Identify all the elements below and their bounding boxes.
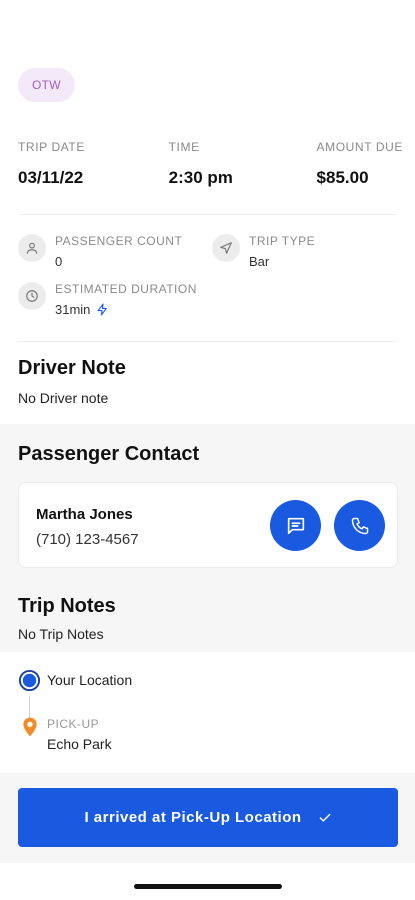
route-origin: Your Location [18,669,132,692]
arrived-button[interactable]: I arrived at Pick-Up Location [18,788,398,847]
call-button[interactable] [334,500,385,551]
passenger-contact-card: Martha Jones (710) 123-4567 [18,482,398,568]
amount-due-value: $85.00 [316,168,369,187]
pickup-value: Echo Park [47,736,112,752]
message-icon [285,515,307,537]
trip-type-label: TRIP TYPE [249,234,316,248]
trip-time-label: TIME [168,140,200,154]
estimated-duration-label: ESTIMATED DURATION [55,282,197,296]
phone-icon [350,516,370,536]
clock-icon [18,282,46,310]
trip-time: TIME 2:30 pm [169,140,233,188]
route-pickup: PICK-UP Echo Park [22,717,112,752]
passenger-count-value: 0 [55,254,63,269]
home-indicator[interactable] [134,884,282,889]
trip-type-value: Bar [249,254,270,269]
check-icon [318,811,332,825]
driver-note-text: No Driver note [18,390,109,406]
trip-notes-title: Trip Notes [18,595,116,617]
passenger-contact-title: Passenger Contact [18,443,200,465]
trip-time-value: 2:30 pm [168,168,233,187]
passenger-phone[interactable]: (710) 123-4567 [36,531,139,548]
status-badge: OTW [18,68,75,102]
divider [18,341,397,342]
trip-date-label: TRIP DATE [18,140,85,154]
user-icon [18,234,46,262]
driver-note-title: Driver Note [18,357,126,379]
arrived-button-label: I arrived at Pick-Up Location [84,809,302,826]
trip-date: TRIP DATE 03/11/22 [18,140,85,188]
amount-due: AMOUNT DUE $85.00 [317,140,403,188]
passenger-count-label: PASSENGER COUNT [55,234,183,248]
current-location-icon [18,669,41,692]
pickup-label: PICK-UP [47,717,100,731]
map-pin-icon [22,717,38,737]
divider [18,214,397,215]
your-location-label: Your Location [47,672,133,688]
message-button[interactable] [270,500,321,551]
passenger-name: Martha Jones [36,506,133,523]
passenger-count: PASSENGER COUNT 0 [18,234,182,269]
estimated-duration-value: 31min [55,302,91,317]
lightning-icon [96,302,109,317]
estimated-duration: ESTIMATED DURATION 31min [18,282,197,317]
estimated-duration-value-row: 31min [55,302,197,317]
route-connector [29,696,30,718]
trip-date-value: 03/11/22 [18,168,84,187]
trip-notes-text: No Trip Notes [18,626,104,642]
navigation-arrow-icon [212,234,240,262]
trip-info-row: TRIP DATE 03/11/22 TIME 2:30 pm AMOUNT D… [18,140,403,188]
amount-due-label: AMOUNT DUE [316,140,403,154]
pickup-text: PICK-UP Echo Park [47,717,112,752]
trip-type: TRIP TYPE Bar [212,234,315,269]
